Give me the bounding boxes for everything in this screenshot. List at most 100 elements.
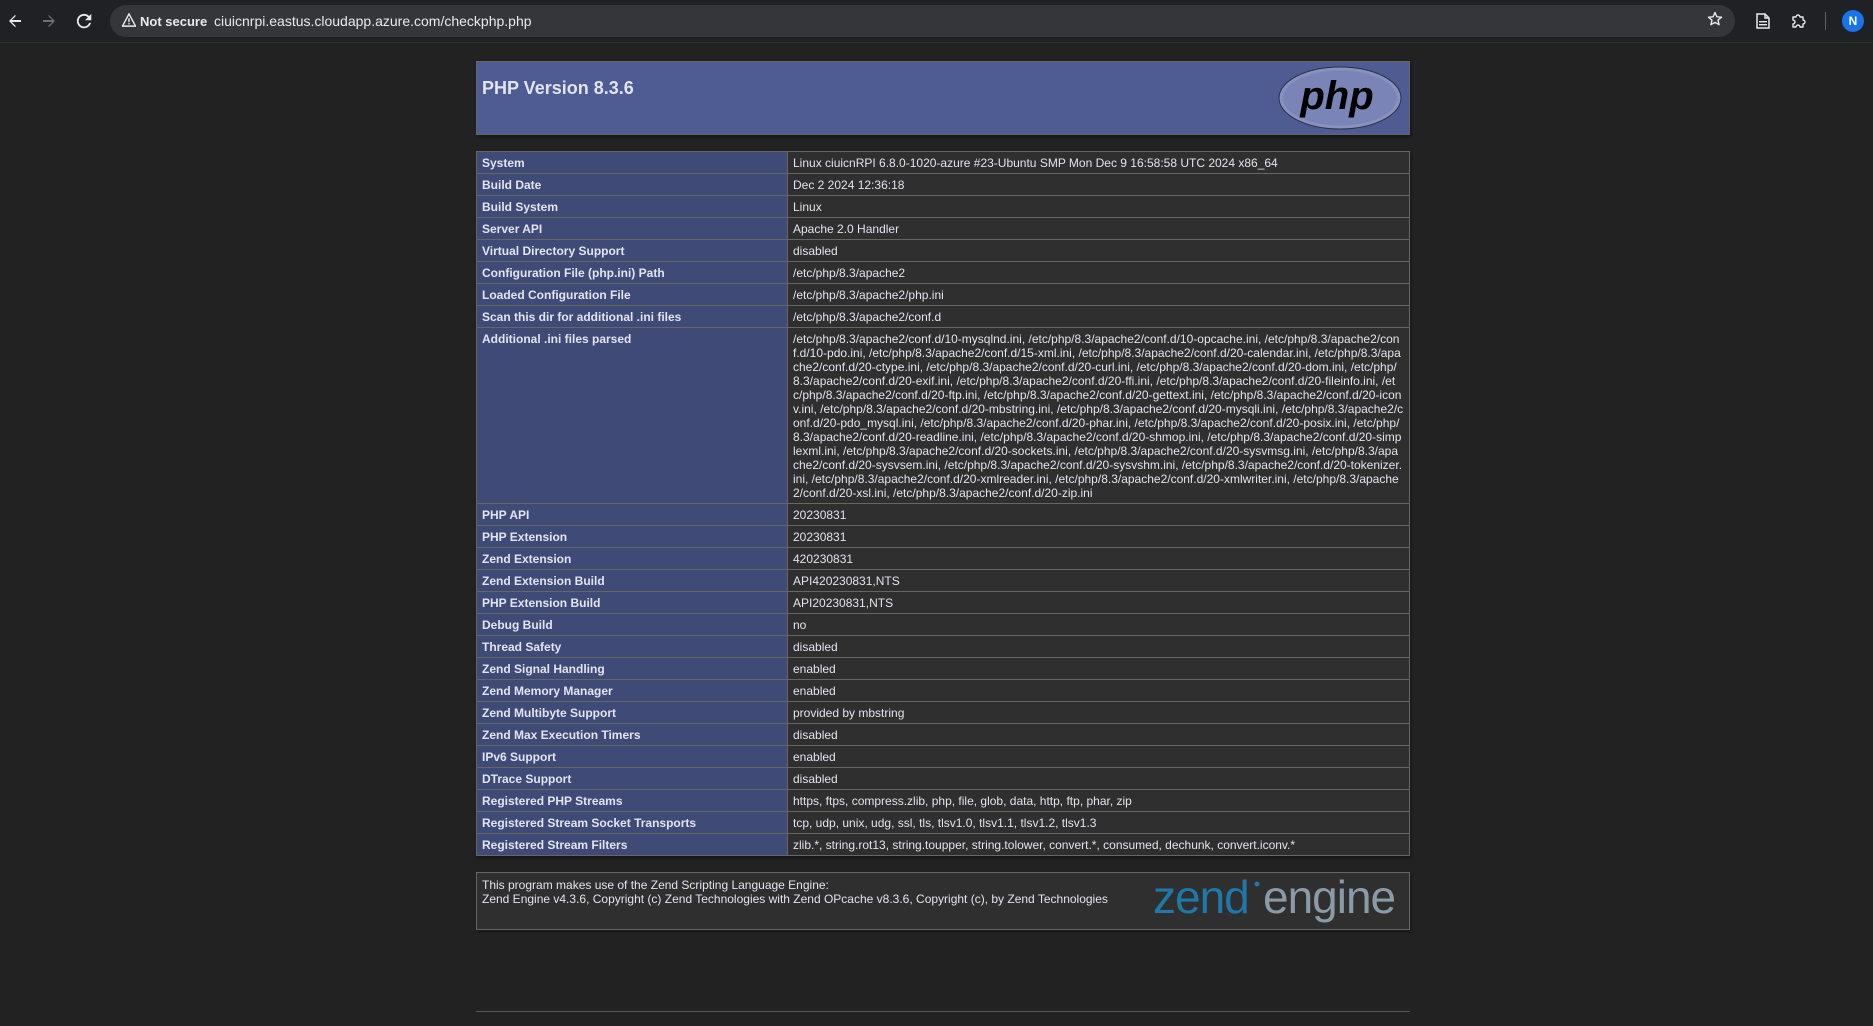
svg-text:engine: engine bbox=[1263, 875, 1395, 923]
row-value: Apache 2.0 Handler bbox=[787, 217, 1410, 240]
row-label: Configuration File (php.ini) Path bbox=[476, 261, 788, 284]
table-row: Registered Stream Socket Transports tcp, … bbox=[476, 811, 1410, 834]
table-row: Zend Extension Build API420230831,NTS bbox=[476, 569, 1410, 592]
row-value: disabled bbox=[787, 635, 1410, 658]
svg-text:zend: zend bbox=[1153, 875, 1249, 923]
row-value: no bbox=[787, 613, 1410, 636]
row-value: /etc/php/8.3/apache2/conf.d bbox=[787, 305, 1410, 328]
row-label: Build Date bbox=[476, 173, 788, 196]
phpinfo-container: PHP Version 8.3.6 php System Linux ciuicn… bbox=[476, 61, 1410, 930]
row-value: enabled bbox=[787, 657, 1410, 680]
row-value: /etc/php/8.3/apache2/conf.d/10-mysqlnd.i… bbox=[787, 327, 1410, 504]
zend-credit-line-2: Zend Engine v4.3.6, Copyright (c) Zend T… bbox=[482, 892, 1108, 906]
row-value: Linux bbox=[787, 195, 1410, 218]
row-label: Loaded Configuration File bbox=[476, 283, 788, 306]
table-row: Debug Build no bbox=[476, 613, 1410, 636]
row-value: Dec 2 2024 12:36:18 bbox=[787, 173, 1410, 196]
row-value: API20230831,NTS bbox=[787, 591, 1410, 614]
table-row: Configuration File (php.ini) Path/etc/ph… bbox=[476, 261, 1410, 284]
table-row: DTrace Support disabled bbox=[476, 767, 1410, 790]
row-value: disabled bbox=[787, 723, 1410, 746]
table-row: Scan this dir for additional .ini files /… bbox=[476, 305, 1410, 328]
row-label: Zend Extension bbox=[476, 547, 788, 570]
table-row: IPv6 Support enabled bbox=[476, 745, 1410, 768]
warning-triangle-icon bbox=[121, 11, 137, 30]
row-label: Zend Signal Handling bbox=[476, 657, 788, 680]
table-row: Zend Memory Manager enabled bbox=[476, 679, 1410, 702]
row-value: /etc/php/8.3/apache2/php.ini bbox=[787, 283, 1410, 306]
row-value: enabled bbox=[787, 745, 1410, 768]
row-value: /etc/php/8.3/apache2 bbox=[787, 261, 1410, 284]
security-indicator[interactable]: Not secure bbox=[118, 10, 213, 32]
page-title: PHP Version 8.3.6 bbox=[482, 78, 634, 98]
table-row: Virtual Directory Support disabled bbox=[476, 239, 1410, 262]
zend-engine-logo: zend engine bbox=[1151, 871, 1405, 932]
row-label: Zend Memory Manager bbox=[476, 679, 788, 702]
table-row: Registered Stream Filters zlib.*, string.… bbox=[476, 833, 1410, 856]
table-row: Zend Signal Handling enabled bbox=[476, 657, 1410, 680]
php-logo: php bbox=[1277, 65, 1403, 136]
row-label: System bbox=[476, 151, 788, 174]
row-label: IPv6 Support bbox=[476, 745, 788, 768]
row-value: Linux ciuicnRPI 6.8.0-1020-azure #23-Ubu… bbox=[787, 151, 1410, 174]
row-label: Zend Max Execution Timers bbox=[476, 723, 788, 746]
star-icon[interactable] bbox=[1707, 11, 1723, 32]
table-row: Zend Extension 420230831 bbox=[476, 547, 1410, 570]
row-value: zlib.*, string.rot13, string.toupper, st… bbox=[787, 833, 1410, 856]
row-label: Debug Build bbox=[476, 613, 788, 636]
row-label: PHP Extension bbox=[476, 525, 788, 548]
row-value: 420230831 bbox=[787, 547, 1410, 570]
table-row: Zend Multibyte Support provided by mbstri… bbox=[476, 701, 1410, 724]
page-content: PHP Version 8.3.6 php System Linux ciuicn… bbox=[0, 43, 1873, 1026]
table-row: Server API Apache 2.0 Handler bbox=[476, 217, 1410, 240]
row-value: disabled bbox=[787, 767, 1410, 790]
table-row: Zend Max Execution Timers disabled bbox=[476, 723, 1410, 746]
svg-text:php: php bbox=[1299, 74, 1373, 118]
row-label: Virtual Directory Support bbox=[476, 239, 788, 262]
row-value: tcp, udp, unix, udg, ssl, tls, tlsv1.0, … bbox=[787, 811, 1410, 834]
row-value: provided by mbstring bbox=[787, 701, 1410, 724]
row-label: Thread Safety bbox=[476, 635, 788, 658]
zend-credit-line-1: This program makes use of the Zend Scrip… bbox=[482, 878, 829, 892]
browser-toolbar: Not secure ciuicnrpi.eastus.cloudapp.azu… bbox=[0, 0, 1873, 43]
row-value: disabled bbox=[787, 239, 1410, 262]
php-version-header: PHP Version 8.3.6 php bbox=[476, 61, 1410, 135]
row-value: 20230831 bbox=[787, 525, 1410, 548]
table-row: Additional .ini files parsed/etc/php/8.3… bbox=[476, 327, 1410, 504]
document-icon[interactable] bbox=[1752, 10, 1774, 32]
row-label: PHP API bbox=[476, 503, 788, 526]
phpinfo-table: System Linux ciuicnRPI 6.8.0-1020-azure #… bbox=[476, 151, 1410, 856]
row-label: DTrace Support bbox=[476, 767, 788, 790]
row-label: Additional .ini files parsed bbox=[476, 327, 788, 504]
row-value: enabled bbox=[787, 679, 1410, 702]
back-arrow-icon[interactable] bbox=[3, 9, 27, 33]
table-row: Thread Safety disabled bbox=[476, 635, 1410, 658]
toolbar-separator bbox=[1825, 12, 1826, 30]
row-label: Registered Stream Filters bbox=[476, 833, 788, 856]
reload-icon[interactable] bbox=[72, 9, 96, 33]
url-text[interactable]: ciuicnrpi.eastus.cloudapp.azure.com/chec… bbox=[214, 13, 532, 29]
puzzle-icon[interactable] bbox=[1788, 10, 1810, 32]
table-row: System Linux ciuicnRPI 6.8.0-1020-azure #… bbox=[476, 151, 1410, 174]
zend-credit-text: This program makes use of the Zend Scrip… bbox=[482, 878, 1108, 906]
forward-arrow-icon[interactable] bbox=[37, 9, 61, 33]
row-value: API420230831,NTS bbox=[787, 569, 1410, 592]
row-value: 20230831 bbox=[787, 503, 1410, 526]
table-row: Loaded Configuration File/etc/php/8.3/ap… bbox=[476, 283, 1410, 306]
address-bar[interactable]: Not secure ciuicnrpi.eastus.cloudapp.azu… bbox=[110, 5, 1735, 37]
table-row: Registered PHP Streams https, ftps, compr… bbox=[476, 789, 1410, 812]
table-row: PHP Extension 20230831 bbox=[476, 525, 1410, 548]
row-label: Zend Multibyte Support bbox=[476, 701, 788, 724]
security-label: Not secure bbox=[140, 13, 208, 29]
row-value: https, ftps, compress.zlib, php, file, g… bbox=[787, 789, 1410, 812]
table-row: PHP Extension Build API20230831,NTS bbox=[476, 591, 1410, 614]
row-label: Server API bbox=[476, 217, 788, 240]
table-row: PHP API 20230831 bbox=[476, 503, 1410, 526]
table-row: Build System Linux bbox=[476, 195, 1410, 218]
row-label: Zend Extension Build bbox=[476, 569, 788, 592]
row-label: Registered PHP Streams bbox=[476, 789, 788, 812]
row-label: PHP Extension Build bbox=[476, 591, 788, 614]
page-divider bbox=[476, 1011, 1410, 1012]
profile-avatar[interactable]: N bbox=[1842, 10, 1864, 32]
row-label: Scan this dir for additional .ini files bbox=[476, 305, 788, 328]
